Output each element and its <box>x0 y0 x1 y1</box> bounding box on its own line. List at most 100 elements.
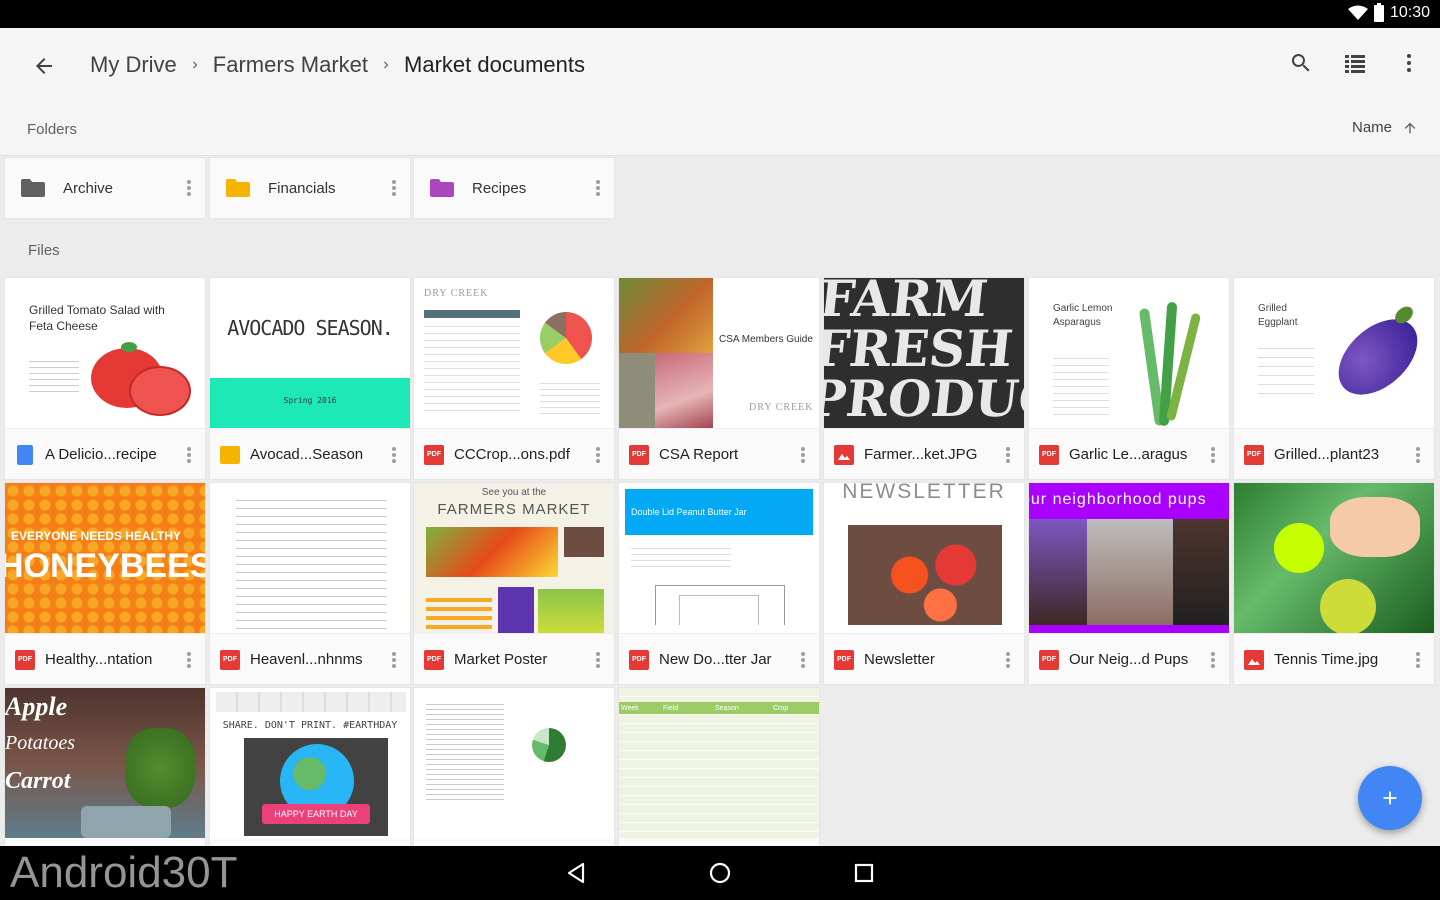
pdf-icon: PDF <box>424 444 444 465</box>
breadcrumb-market-documents[interactable]: Market documents <box>404 52 585 78</box>
file-more-button[interactable] <box>1203 645 1223 675</box>
breadcrumb-farmers-market[interactable]: Farmers Market <box>213 52 368 78</box>
pdf-icon: PDF <box>424 649 444 670</box>
file-card-neighborhood-pups[interactable]: our neighborhood pups PDF Our Neig...d P… <box>1028 482 1230 685</box>
more-vert-icon <box>1006 651 1010 668</box>
file-name: Farmer...ket.JPG <box>864 446 978 463</box>
thumb-text-lines <box>236 493 386 629</box>
back-button[interactable] <box>26 48 62 84</box>
system-nav-bar: Android30T <box>0 846 1440 900</box>
thumb-photo <box>498 587 534 633</box>
folder-more-button[interactable] <box>179 173 199 203</box>
file-card-spreadsheet[interactable] <box>413 687 615 846</box>
battery-icon <box>1373 2 1384 22</box>
folder-more-button[interactable] <box>588 173 608 203</box>
file-more-button[interactable] <box>179 440 199 470</box>
chevron-right-icon <box>368 58 404 72</box>
triangle-back-icon <box>567 862 585 884</box>
file-card-avocado-season[interactable]: AVOCADO SEASON. Spring 2016 Avocad...Sea… <box>209 277 411 480</box>
nav-recents-button[interactable] <box>850 859 878 887</box>
search-icon <box>1291 54 1310 72</box>
file-more-button[interactable] <box>793 440 813 470</box>
file-card-produce-sign[interactable]: Apple Potatoes Carrot <box>4 687 206 846</box>
more-vert-icon <box>596 446 600 463</box>
more-vert-icon <box>1416 446 1420 463</box>
file-name: Healthy...ntation <box>45 651 153 668</box>
app-bar: My Drive Farmers Market Market documents <box>0 28 1440 100</box>
thumb-photo-tomatoes <box>848 525 1002 625</box>
thumb-photo <box>1173 519 1229 625</box>
clock: 10:30 <box>1389 4 1430 21</box>
file-card-heavenly[interactable]: PDF Heavenl...nhnms <box>209 482 411 685</box>
more-vert-icon <box>596 651 600 668</box>
file-card-crop-rotations[interactable]: DRY CREEK PDF CCCrop...ons.pdf <box>413 277 615 480</box>
file-card-grilled-eggplant[interactable]: Grilled Eggplant PDF Grilled...plant23 <box>1233 277 1435 480</box>
file-more-button[interactable] <box>384 440 404 470</box>
thumb-sign-word: Carrot <box>5 768 71 794</box>
file-card-new-double-jar[interactable]: Double Lid Peanut Butter Jar PDF New Do.… <box>618 482 820 685</box>
file-card-healthy-honeybees[interactable]: EVERYONE NEEDS HEALTHY HONEYBEES PDF Hea… <box>4 482 206 685</box>
thumb-headline-large: HONEYBEES <box>5 547 205 585</box>
file-card-newsletter[interactable]: NEWSLETTER PDF Newsletter <box>823 482 1025 685</box>
overflow-menu-button[interactable] <box>1396 50 1422 76</box>
file-thumbnail: See you at the FARMERS MARKET <box>414 483 614 633</box>
more-vert-icon <box>187 180 191 196</box>
folder-financials[interactable]: Financials <box>209 157 411 219</box>
file-name: Grilled...plant23 <box>1274 446 1380 463</box>
thumb-text-lines <box>1258 340 1314 400</box>
pdf-icon: PDF <box>15 649 35 670</box>
file-card-tennis-time[interactable]: Tennis Time.jpg <box>1233 482 1435 685</box>
more-vert-icon <box>596 180 600 196</box>
thumb-toolbar <box>216 692 406 712</box>
sort-label: Name <box>1351 119 1392 136</box>
thumb-title: Grilled Eggplant <box>1258 303 1298 328</box>
thumb-text-lines <box>29 356 79 394</box>
file-more-button[interactable] <box>998 645 1018 675</box>
file-card-garlic-asparagus[interactable]: Garlic Lemon Asparagus PDF Garlic Le...a… <box>1028 277 1230 480</box>
file-name: Market Poster <box>454 651 548 668</box>
thumb-text-lines <box>631 543 731 567</box>
file-card-tomato-recipe[interactable]: Grilled Tomato Salad with Feta Cheese A … <box>4 277 206 480</box>
file-more-button[interactable] <box>998 440 1018 470</box>
file-more-button[interactable] <box>1408 645 1428 675</box>
file-card-market-poster[interactable]: See you at the FARMERS MARKET PDF Market… <box>413 482 615 685</box>
more-vert-icon <box>1416 651 1420 668</box>
pdf-icon: PDF <box>1039 649 1059 670</box>
file-more-button[interactable] <box>793 645 813 675</box>
file-card-csa-report[interactable]: CSA Members Guide DRY CREEK PDF CSA Repo… <box>618 277 820 480</box>
arrow-up-icon <box>1404 122 1416 133</box>
file-more-button[interactable] <box>588 440 608 470</box>
thumb-table-header <box>424 310 520 318</box>
list-view-button[interactable] <box>1342 50 1368 76</box>
file-thumbnail: Grilled Eggplant <box>1234 278 1434 428</box>
file-more-button[interactable] <box>1203 440 1223 470</box>
breadcrumb-my-drive[interactable]: My Drive <box>90 52 177 78</box>
sort-by-name-button[interactable]: Name <box>1352 119 1418 136</box>
file-card-crop-schedule[interactable]: Week Field Season Crop <box>618 687 820 846</box>
breadcrumb: My Drive Farmers Market Market documents <box>90 52 585 78</box>
folder-icon <box>21 179 45 197</box>
folder-archive[interactable]: Archive <box>4 157 206 219</box>
file-more-button[interactable] <box>179 645 199 675</box>
new-item-fab[interactable] <box>1358 766 1422 830</box>
thumb-plant <box>125 728 195 808</box>
file-card-farmers-market-jpg[interactable]: FARM FRESH PRODUCE Farmer...ket.JPG <box>823 277 1025 480</box>
file-more-button[interactable] <box>384 645 404 675</box>
file-more-button[interactable] <box>588 645 608 675</box>
thumb-photo <box>564 527 604 557</box>
thumb-pie-chart <box>532 728 566 762</box>
folder-recipes[interactable]: Recipes <box>413 157 615 219</box>
thumb-bucket <box>81 806 171 838</box>
chevron-right-icon <box>177 58 213 72</box>
file-card-earth-day[interactable]: SHARE. DON'T PRINT. #EARTHDAY HAPPY EART… <box>209 687 411 846</box>
thumb-photo <box>1029 519 1087 625</box>
thumb-photo-dog <box>1087 519 1173 625</box>
file-more-button[interactable] <box>1408 440 1428 470</box>
nav-back-button[interactable] <box>562 859 590 887</box>
thumb-col-header: Season <box>715 704 739 712</box>
more-vert-icon <box>1006 446 1010 463</box>
search-button[interactable] <box>1288 50 1314 76</box>
file-name: CCCrop...ons.pdf <box>454 446 570 463</box>
folder-more-button[interactable] <box>384 173 404 203</box>
nav-home-button[interactable] <box>706 859 734 887</box>
